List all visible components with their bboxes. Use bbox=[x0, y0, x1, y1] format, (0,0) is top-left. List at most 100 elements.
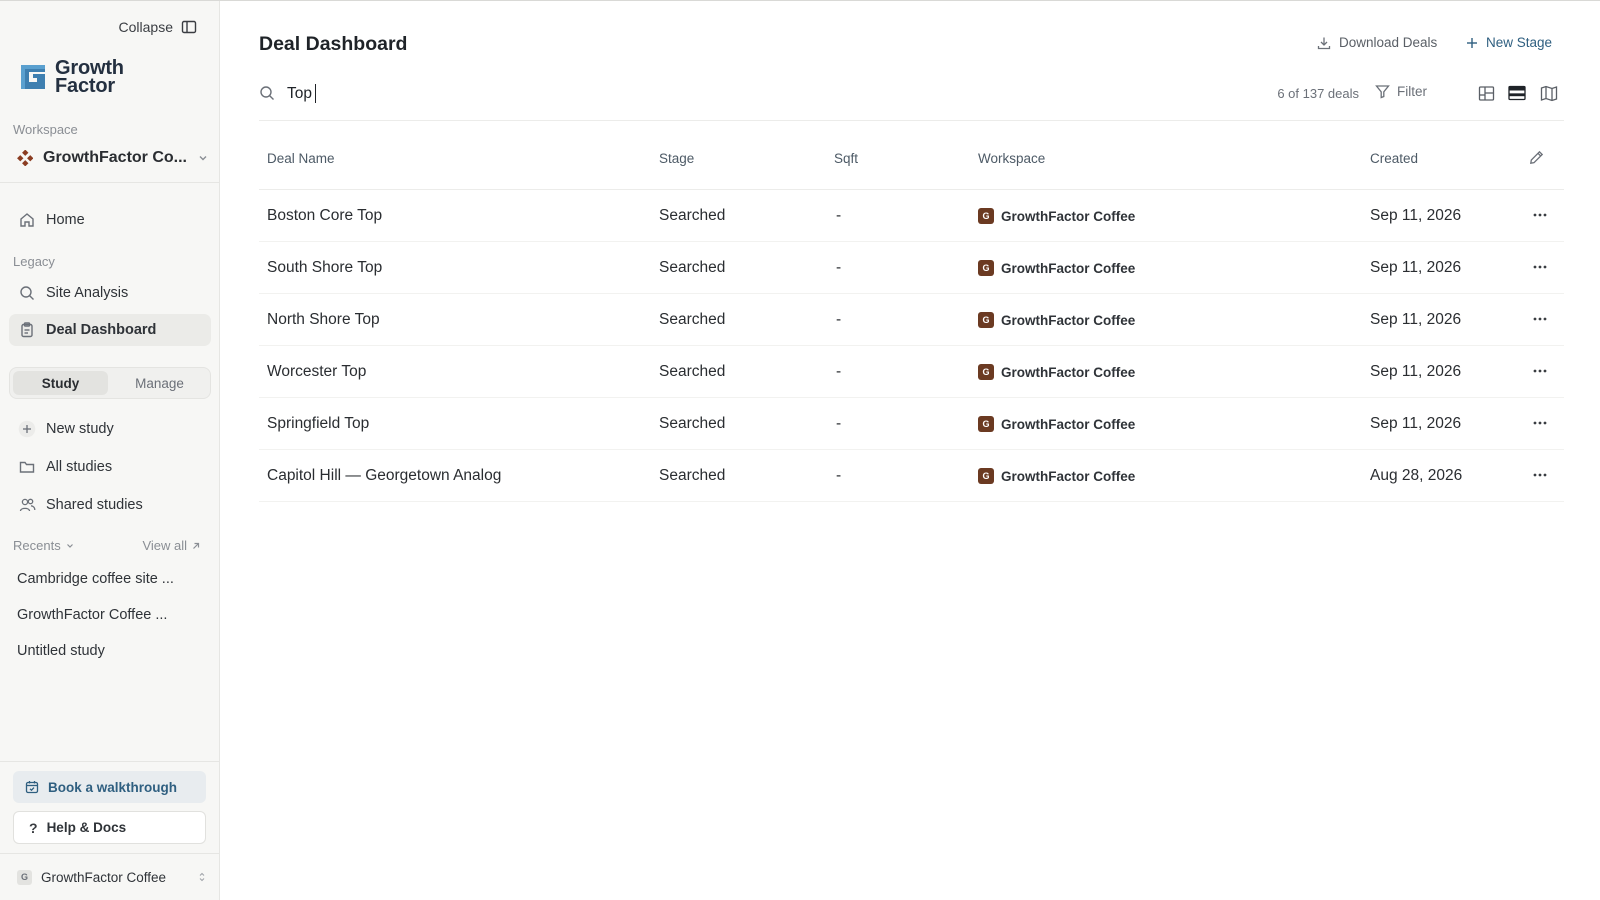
workspace-avatar: G bbox=[978, 208, 994, 224]
view-all-link[interactable]: View all bbox=[142, 538, 201, 553]
table-row[interactable]: Springfield Top Searched - G GrowthFactor Co… bbox=[259, 398, 1564, 450]
sidebar-item-label: Home bbox=[46, 212, 85, 228]
sqft-cell: - bbox=[836, 207, 842, 224]
download-deals-button[interactable]: Download Deals bbox=[1317, 35, 1437, 50]
growthfactor-logo[interactable]: Growth Factor bbox=[17, 58, 124, 97]
workspace-cell: G GrowthFactor Coffee bbox=[978, 208, 1135, 224]
workspace-selector[interactable]: GrowthFactor Co... bbox=[17, 147, 207, 169]
recent-study-item[interactable]: Untitled study bbox=[17, 643, 105, 659]
sqft-cell: - bbox=[836, 259, 842, 276]
stage-cell: Searched bbox=[659, 363, 726, 380]
table-header: Deal Name Stage Sqft Workspace Created bbox=[259, 141, 1564, 190]
workspace-name: GrowthFactor Coffee bbox=[1001, 416, 1136, 432]
deal-name-cell[interactable]: Springfield Top bbox=[267, 415, 369, 433]
recents-toggle[interactable]: Recents bbox=[13, 538, 75, 553]
filter-icon bbox=[1375, 84, 1390, 99]
sidebar-item-label: Site Analysis bbox=[46, 285, 129, 301]
download-deals-label: Download Deals bbox=[1339, 35, 1438, 50]
deal-count: 6 of 137 deals bbox=[1277, 86, 1359, 101]
deal-name-cell[interactable]: Boston Core Top bbox=[267, 207, 382, 225]
workspace-cell: G GrowthFactor Coffee bbox=[978, 416, 1135, 432]
column-header-stage[interactable]: Stage bbox=[659, 151, 694, 166]
row-actions-button[interactable] bbox=[1532, 311, 1548, 327]
more-horizontal-icon bbox=[1533, 369, 1547, 373]
filter-label: Filter bbox=[1397, 84, 1427, 99]
recent-study-item[interactable]: GrowthFactor Coffee ... bbox=[17, 607, 167, 623]
column-header-workspace[interactable]: Workspace bbox=[978, 151, 1045, 166]
sidebar-divider bbox=[0, 182, 220, 183]
new-stage-label: New Stage bbox=[1486, 35, 1553, 50]
help-docs-label: Help & Docs bbox=[46, 820, 127, 835]
chevron-down-icon bbox=[65, 541, 75, 551]
row-actions-button[interactable] bbox=[1532, 259, 1548, 275]
table-row[interactable]: Boston Core Top Searched - G GrowthFactor Co… bbox=[259, 190, 1564, 242]
collapse-button[interactable]: Collapse bbox=[119, 19, 197, 35]
users-icon bbox=[18, 496, 36, 514]
collapse-label: Collapse bbox=[118, 19, 173, 35]
map-view-icon bbox=[1540, 85, 1558, 102]
filter-button[interactable]: Filter bbox=[1375, 84, 1427, 99]
more-horizontal-icon bbox=[1533, 473, 1547, 477]
chevron-down-icon bbox=[197, 152, 209, 164]
arrow-up-right-icon bbox=[191, 541, 201, 551]
map-view-button[interactable] bbox=[1538, 82, 1560, 104]
workspace-logo-icon bbox=[17, 150, 33, 166]
book-walkthrough-button[interactable]: Book a walkthrough bbox=[13, 771, 206, 803]
account-switcher[interactable]: G GrowthFactor Coffee bbox=[17, 866, 207, 888]
sidebar-item-site-analysis[interactable]: Site Analysis bbox=[9, 277, 211, 309]
row-actions-button[interactable] bbox=[1532, 207, 1548, 223]
workspace-name: GrowthFactor Coffee bbox=[1001, 468, 1136, 484]
sidebar-item-label: All studies bbox=[46, 459, 113, 475]
deal-name-cell[interactable]: South Shore Top bbox=[267, 259, 382, 277]
created-cell: Sep 11, 2026 bbox=[1370, 259, 1462, 276]
table-row[interactable]: Capitol Hill — Georgetown Analog Searched… bbox=[259, 450, 1564, 502]
table-view-icon bbox=[1508, 85, 1526, 101]
new-stage-button[interactable]: New Stage bbox=[1466, 35, 1552, 50]
study-manage-toggle: Study Manage bbox=[9, 367, 211, 399]
workspace-avatar: G bbox=[978, 260, 994, 276]
column-header-deal-name[interactable]: Deal Name bbox=[267, 151, 335, 166]
created-cell: Sep 11, 2026 bbox=[1370, 415, 1462, 432]
folder-icon bbox=[18, 458, 36, 476]
deals-table: Deal Name Stage Sqft Workspace Created B… bbox=[259, 141, 1564, 502]
recent-study-item[interactable]: Cambridge coffee site ... bbox=[17, 571, 174, 587]
more-horizontal-icon bbox=[1533, 213, 1547, 217]
sidebar-divider bbox=[0, 761, 220, 762]
row-actions-button[interactable] bbox=[1532, 467, 1548, 483]
sidebar-item-deal-dashboard[interactable]: Deal Dashboard bbox=[9, 314, 211, 346]
deal-name-cell[interactable]: Capitol Hill — Georgetown Analog bbox=[267, 467, 501, 485]
deal-name-cell[interactable]: North Shore Top bbox=[267, 311, 380, 329]
table-view-button[interactable] bbox=[1506, 82, 1528, 104]
download-icon bbox=[1317, 36, 1331, 50]
edit-columns-button[interactable] bbox=[1529, 150, 1544, 165]
workspace-avatar: G bbox=[978, 416, 994, 432]
text-cursor bbox=[315, 84, 316, 103]
table-row[interactable]: South Shore Top Searched - G GrowthFactor Co… bbox=[259, 242, 1564, 294]
workspace-cell: G GrowthFactor Coffee bbox=[978, 468, 1135, 484]
account-avatar: G bbox=[17, 869, 32, 885]
deal-name-cell[interactable]: Worcester Top bbox=[267, 363, 366, 381]
search-input[interactable] bbox=[287, 83, 887, 105]
sidebar-item-home[interactable]: Home bbox=[9, 204, 211, 236]
tab-study[interactable]: Study bbox=[13, 371, 108, 395]
table-row[interactable]: North Shore Top Searched - G GrowthFactor Co… bbox=[259, 294, 1564, 346]
row-actions-button[interactable] bbox=[1532, 363, 1548, 379]
workspace-name: GrowthFactor Coffee bbox=[1001, 208, 1136, 224]
workspace-cell: G GrowthFactor Coffee bbox=[978, 312, 1135, 328]
new-study-button[interactable]: New study bbox=[9, 413, 211, 445]
search-icon bbox=[18, 284, 36, 302]
column-header-created[interactable]: Created bbox=[1370, 151, 1418, 166]
row-actions-button[interactable] bbox=[1532, 415, 1548, 431]
help-docs-button[interactable]: ? Help & Docs bbox=[13, 811, 206, 844]
kanban-view-button[interactable] bbox=[1475, 82, 1497, 104]
sidebar-item-shared-studies[interactable]: Shared studies bbox=[9, 489, 211, 521]
stage-cell: Searched bbox=[659, 259, 726, 276]
tab-manage[interactable]: Manage bbox=[112, 371, 207, 395]
sidebar-item-all-studies[interactable]: All studies bbox=[9, 451, 211, 483]
table-row[interactable]: Worcester Top Searched - G GrowthFactor Coff… bbox=[259, 346, 1564, 398]
column-header-sqft[interactable]: Sqft bbox=[834, 151, 858, 166]
more-horizontal-icon bbox=[1533, 265, 1547, 269]
sidebar-item-label: Shared studies bbox=[46, 497, 143, 513]
workspace-name: GrowthFactor Coffee bbox=[1001, 312, 1136, 328]
logo-line-2: Factor bbox=[55, 75, 115, 97]
